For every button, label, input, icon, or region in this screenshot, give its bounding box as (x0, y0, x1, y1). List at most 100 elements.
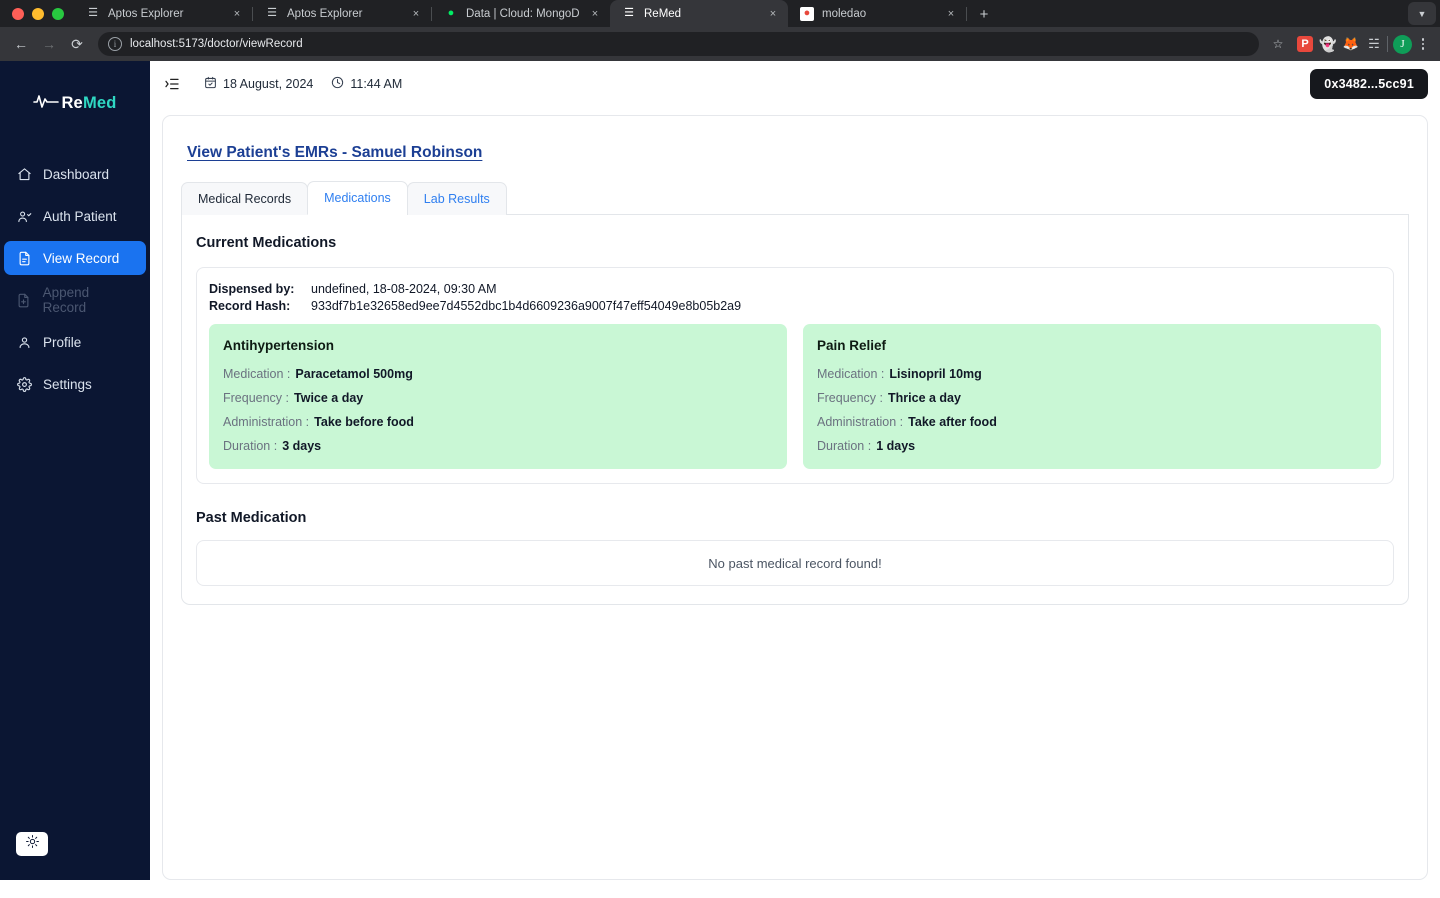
close-tab-icon[interactable]: × (766, 8, 780, 20)
sidebar-item-label: Settings (43, 376, 92, 392)
browser-tab-2[interactable]: ● Data | Cloud: MongoDB Clou × (432, 0, 610, 27)
tab-list-chevron-down-icon[interactable]: ▼ (1408, 2, 1436, 25)
record-hash-value: 933df7b1e32658ed9ee7d4552dbc1b4d6609236a… (311, 299, 742, 313)
pulse-icon (33, 93, 60, 114)
close-tab-icon[interactable]: × (409, 8, 423, 20)
browser-tab-strip: ☰ Aptos Explorer × ☰ Aptos Explorer × ● … (0, 0, 1440, 27)
toolbar-divider (1387, 36, 1388, 52)
medication-grid: Antihypertension Medication : Paracetamol… (209, 324, 1381, 469)
reload-button[interactable]: ⟳ (64, 31, 90, 57)
topbar-time-text: 11:44 AM (350, 76, 403, 91)
browser-chrome: ☰ Aptos Explorer × ☰ Aptos Explorer × ● … (0, 0, 1440, 61)
profile-avatar[interactable]: J (1393, 34, 1412, 54)
sidebar-nav: Dashboard Auth Patient View Record Appen… (0, 157, 150, 401)
moledao-icon: ● (800, 6, 814, 21)
list-collapse-icon[interactable] (162, 74, 182, 94)
browser-tab-0[interactable]: ☰ Aptos Explorer × (74, 0, 252, 27)
record-hash-label: Record Hash: (209, 299, 291, 313)
frequency-value: Thrice a day (888, 391, 961, 405)
clock-icon (331, 76, 344, 92)
tab-medications[interactable]: Medications (307, 181, 408, 215)
sidebar: ReMed Dashboard Auth Patient View Record… (0, 61, 150, 880)
browser-menu-button[interactable] (1414, 38, 1432, 50)
administration-value: Take after food (908, 415, 997, 429)
administration-row: Administration : Take after food (817, 415, 1367, 429)
sidebar-item-auth-patient[interactable]: Auth Patient (4, 199, 146, 233)
aptos-icon: ☰ (88, 7, 98, 19)
record-hash-row: Record Hash: 933df7b1e32658ed9ee7d4552db… (209, 299, 1381, 313)
administration-label: Administration : (817, 415, 904, 429)
browser-tab-4[interactable]: ● moledao × (788, 0, 966, 27)
sidebar-item-dashboard[interactable]: Dashboard (4, 157, 146, 191)
site-info-icon[interactable]: i (108, 37, 122, 51)
duration-value: 3 days (282, 439, 322, 453)
minimize-window-button[interactable] (32, 7, 44, 20)
close-tab-icon[interactable]: × (588, 8, 602, 20)
sidebar-item-profile[interactable]: Profile (4, 325, 146, 359)
page-title[interactable]: View Patient's EMRs - Samuel Robinson (187, 144, 1409, 162)
close-tab-icon[interactable]: × (230, 8, 244, 20)
tab-lab-results[interactable]: Lab Results (406, 182, 507, 215)
extensions-area: P 👻 🦊 ☵ (1291, 36, 1382, 52)
duration-label: Duration : (223, 439, 278, 453)
back-button[interactable]: ← (8, 31, 34, 57)
theme-toggle-button[interactable] (16, 832, 48, 856)
tab-medical-records[interactable]: Medical Records (181, 182, 309, 215)
file-add-icon (16, 292, 32, 308)
wallet-address-badge[interactable]: 0x3482...5cc91 (1310, 68, 1428, 99)
puzzle-icon[interactable]: ☵ (1366, 36, 1382, 52)
app-logo[interactable]: ReMed (0, 85, 150, 121)
app-logo-text: ReMed (61, 94, 116, 113)
duration-row: Duration : 3 days (223, 439, 773, 453)
aptos-icon: ☰ (267, 7, 277, 19)
medication-row: Medication : Paracetamol 500mg (223, 367, 773, 381)
browser-tab-3[interactable]: ☰ ReMed × (610, 0, 788, 27)
administration-value: Take before food (314, 415, 414, 429)
administration-label: Administration : (223, 415, 310, 429)
close-tab-icon[interactable]: × (944, 8, 958, 20)
medication-value: Lisinopril 10mg (889, 367, 982, 381)
logo-text-med: Med (82, 93, 117, 112)
mongodb-icon: ● (447, 7, 455, 19)
new-tab-button[interactable]: + (971, 1, 997, 27)
sidebar-item-label: Append Record (42, 285, 90, 315)
medication-row: Medication : Lisinopril 10mg (817, 367, 1367, 381)
dispensed-by-row: Dispensed by: undefined, 18-08-2024, 09:… (209, 282, 1381, 296)
aptos-icon: ☰ (624, 7, 634, 19)
dispensed-by-value: undefined, 18-08-2024, 09:30 AM (311, 282, 497, 296)
close-window-button[interactable] (12, 7, 24, 20)
bookmark-star-icon[interactable]: ☆ (1267, 33, 1289, 55)
medication-label: Medication : (817, 367, 885, 381)
duration-label: Duration : (817, 439, 872, 453)
sidebar-item-view-record[interactable]: View Record (4, 241, 146, 275)
gear-icon (16, 376, 32, 392)
calendar-icon (204, 76, 217, 92)
user-check-icon (16, 208, 32, 224)
pocket-icon[interactable]: P (1297, 36, 1313, 52)
address-bar[interactable]: i localhost:5173/doctor/viewRecord (98, 32, 1259, 56)
duration-value: 1 days (876, 439, 916, 453)
browser-toolbar: ← → ⟳ i localhost:5173/doctor/viewRecord… (0, 27, 1440, 61)
sidebar-item-settings[interactable]: Settings (4, 367, 146, 401)
frequency-label: Frequency : (817, 391, 884, 405)
forward-button[interactable]: → (36, 31, 62, 57)
sidebar-item-label: View Record (43, 250, 120, 266)
sidebar-item-append-record[interactable]: Append Record (4, 283, 146, 317)
topbar-date-text: 18 August, 2024 (223, 76, 314, 91)
fox-icon[interactable]: 🦊 (1343, 36, 1359, 52)
frequency-row: Frequency : Thrice a day (817, 391, 1367, 405)
medication-value: Paracetamol 500mg (295, 367, 413, 381)
record-tabs: Medical Records Medications Lab Results (181, 180, 1409, 215)
current-medication-record-card: Dispensed by: undefined, 18-08-2024, 09:… (196, 267, 1394, 484)
topbar-date: 18 August, 2024 (204, 76, 313, 92)
application-root: ReMed Dashboard Auth Patient View Record… (0, 61, 1440, 880)
file-text-icon (16, 250, 32, 266)
past-medication-empty-state: No past medical record found! (196, 540, 1394, 586)
browser-tab-title: Aptos Explorer (287, 7, 363, 20)
sidebar-item-label: Dashboard (43, 166, 110, 182)
sidebar-item-label: Profile (43, 334, 82, 350)
browser-tab-1[interactable]: ☰ Aptos Explorer × (253, 0, 431, 27)
maximize-window-button[interactable] (52, 7, 64, 20)
ghost-icon[interactable]: 👻 (1319, 36, 1336, 52)
topbar-datetime: 18 August, 2024 11:44 AM (204, 76, 402, 92)
